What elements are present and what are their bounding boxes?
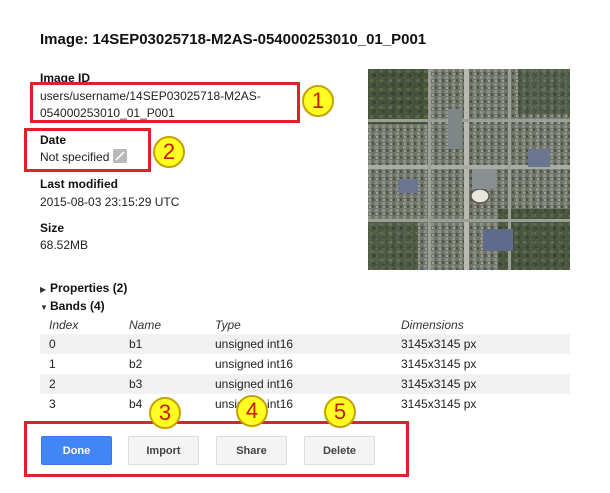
- size-value: 68.52MB: [40, 238, 89, 252]
- properties-label: Properties (2): [50, 281, 128, 295]
- last-modified-value: 2015-08-03 23:15:29 UTC: [40, 195, 180, 209]
- bands-label: Bands (4): [50, 299, 105, 313]
- band-type: unsigned int16: [206, 334, 392, 354]
- bands-toggle[interactable]: ▼ Bands (4): [40, 299, 105, 313]
- annotation-box-date: [24, 128, 151, 172]
- table-header-row: Index Name Type Dimensions: [40, 316, 570, 334]
- image-thumbnail: [368, 69, 570, 270]
- band-index: 3: [49, 397, 56, 411]
- properties-toggle[interactable]: ▶ Properties (2): [40, 281, 127, 295]
- callout-4: 4: [236, 395, 268, 427]
- callout-2: 2: [153, 136, 185, 168]
- column-header-type: Type: [215, 318, 241, 332]
- caret-right-icon: ▶: [40, 285, 47, 294]
- last-modified-label: Last modified: [40, 177, 119, 191]
- table-row: 0 b1 unsigned int16 3145x3145 px: [40, 334, 570, 354]
- band-name: b2: [129, 357, 143, 371]
- column-header-name: Name: [129, 318, 162, 332]
- band-index: 0: [40, 334, 120, 354]
- band-dimensions: 3145x3145 px: [401, 397, 477, 411]
- size-label: Size: [40, 221, 65, 235]
- band-index: 1: [49, 357, 56, 371]
- band-type: unsigned int16: [206, 374, 392, 394]
- callout-1: 1: [302, 85, 334, 117]
- column-header-dimensions: Dimensions: [401, 318, 464, 332]
- annotation-box-image-id: [30, 82, 300, 123]
- band-index: 2: [40, 374, 120, 394]
- band-name: b3: [120, 374, 206, 394]
- band-dimensions: 3145x3145 px: [392, 334, 570, 354]
- callout-5: 5: [324, 396, 356, 428]
- band-type: unsigned int16: [215, 397, 294, 411]
- table-row: 2 b3 unsigned int16 3145x3145 px: [40, 374, 570, 394]
- annotation-box-buttons: [24, 421, 409, 477]
- caret-down-icon: ▼: [40, 303, 48, 312]
- band-type: unsigned int16: [215, 357, 294, 371]
- table-row: 3 b4 unsigned int16 3145x3145 px: [40, 394, 570, 414]
- band-name: b1: [120, 334, 206, 354]
- callout-3: 3: [149, 397, 181, 429]
- table-row: 1 b2 unsigned int16 3145x3145 px: [40, 354, 570, 374]
- band-dimensions: 3145x3145 px: [401, 357, 477, 371]
- bands-table: Index Name Type Dimensions 0 b1 unsigned…: [40, 316, 570, 414]
- page-title: Image: 14SEP03025718-M2AS-054000253010_0…: [40, 31, 427, 48]
- band-dimensions: 3145x3145 px: [392, 374, 570, 394]
- column-header-index: Index: [49, 318, 79, 332]
